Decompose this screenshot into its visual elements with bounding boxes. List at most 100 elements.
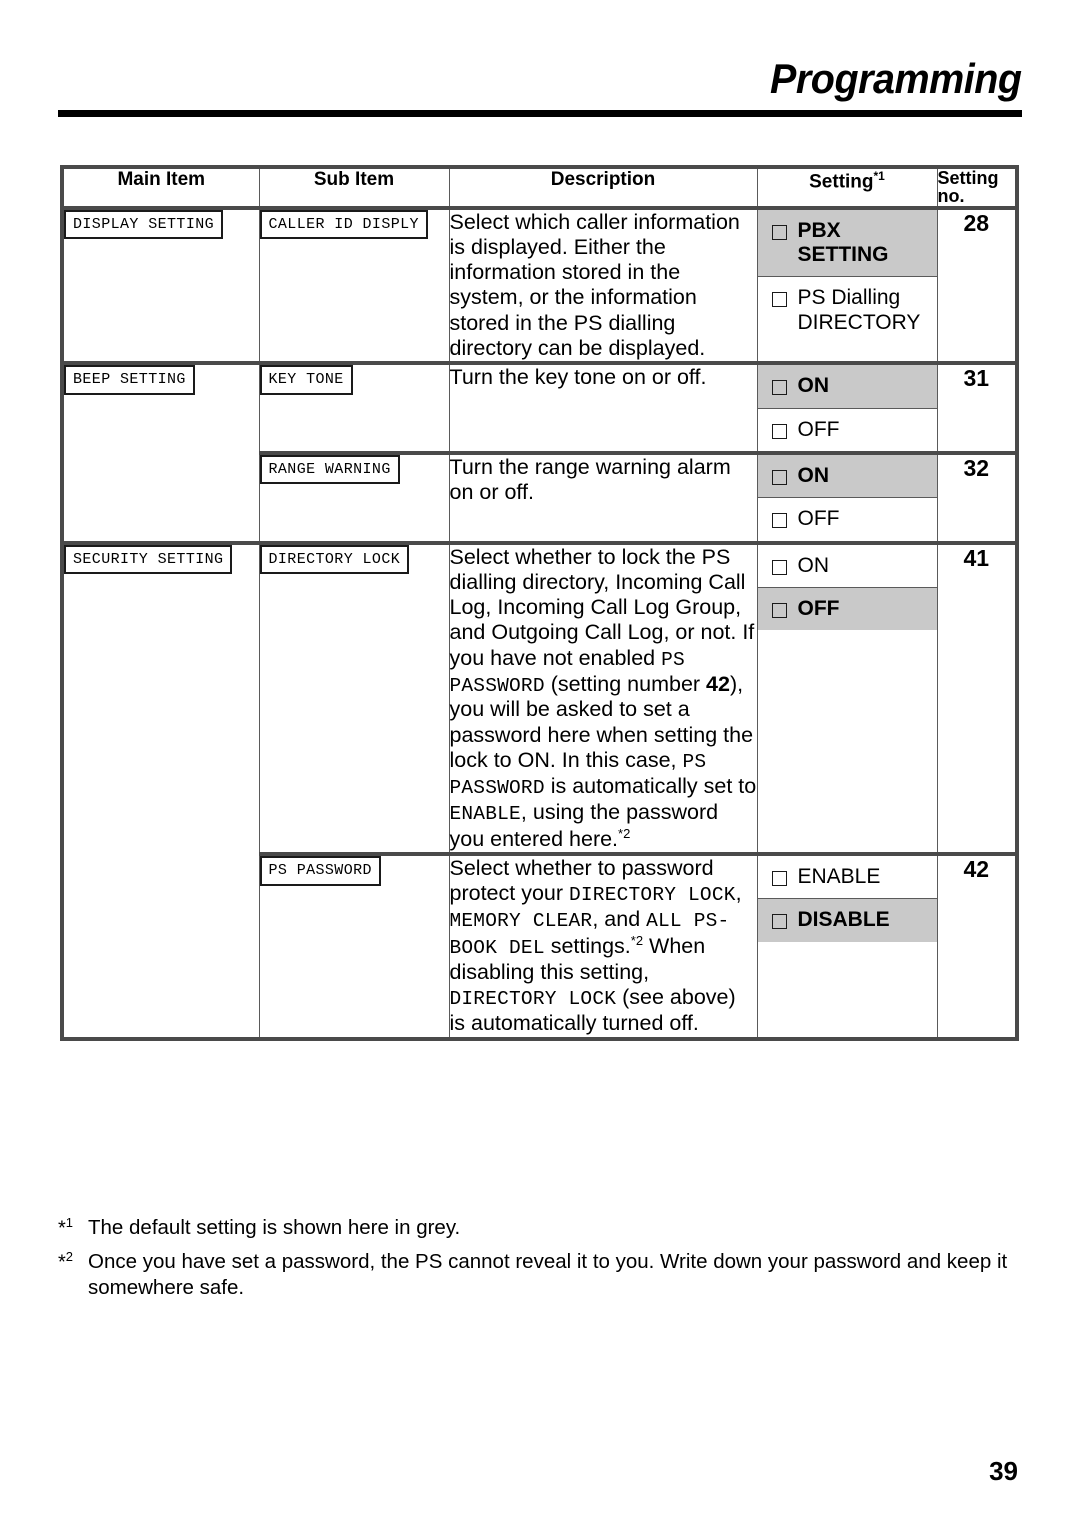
setting-cell: ON OFF <box>756 450 938 544</box>
checkbox-icon[interactable] <box>771 513 787 529</box>
setting-cell: ENABLE DISABLE <box>756 852 938 1040</box>
desc-text: Turn the key tone on or off. <box>449 365 707 390</box>
sub-item-label: KEY TONE <box>259 365 353 395</box>
setting-option[interactable]: ON <box>758 365 937 407</box>
setting-option-cell[interactable]: ON <box>757 365 937 409</box>
sub-item-cell: CALLER ID DISPLY <box>258 205 450 364</box>
checkbox-icon[interactable] <box>771 380 787 396</box>
footnote: *1 The default setting is shown here in g… <box>58 1215 1018 1241</box>
main-item-label: DISPLAY SETTING <box>64 209 224 240</box>
footnote-marker: *2 <box>58 1249 74 1274</box>
setting-option[interactable]: OFF <box>758 498 937 540</box>
checkbox-icon[interactable] <box>771 603 787 619</box>
setting-option-label: PBX SETTING <box>797 218 889 267</box>
setting-cell: PBX SETTING PS Dialling DIRECTORY <box>756 205 938 364</box>
setting-option-label-line2: SETTING <box>797 243 889 267</box>
lcd-term: DIRECTORY LOCK <box>569 884 736 907</box>
desc-text: , and <box>592 907 647 932</box>
setting-option-label: ON <box>797 553 830 577</box>
setting-option-cell[interactable]: DISABLE <box>757 898 937 942</box>
setting-option-cell[interactable]: OFF <box>757 408 937 451</box>
column-header-setting-no-line2: no. <box>937 186 965 207</box>
column-header-setting-text: Setting <box>809 171 874 193</box>
column-header-description: Description <box>448 166 758 209</box>
setting-option[interactable]: DISABLE <box>758 899 937 941</box>
table-row: BEEP SETTING KEY TONE Turn the key tone on… <box>61 361 1018 544</box>
setting-option-cell[interactable]: ENABLE <box>757 856 937 900</box>
setting-option[interactable]: PS Dialling DIRECTORY <box>758 277 937 344</box>
desc-text: (setting number <box>544 671 707 696</box>
footnote-ref: *2 <box>630 933 644 949</box>
setting-option-label: ON <box>797 463 830 487</box>
description-cell: Select whether to lock the PS dialling d… <box>448 540 758 855</box>
setting-option[interactable]: OFF <box>758 588 937 630</box>
column-header-setting-no: Setting no. <box>936 166 1018 209</box>
checkbox-icon[interactable] <box>771 871 787 887</box>
setting-option-cell[interactable]: OFF <box>757 587 937 631</box>
footnote-marker: *1 <box>58 1215 74 1240</box>
setting-cell: ON OFF <box>756 361 938 454</box>
column-header-setting-no-line1: Setting <box>937 168 999 188</box>
page-number: 39 <box>989 1456 1018 1486</box>
table-header-row: Main Item Sub Item Description Setting*1… <box>61 166 1018 209</box>
desc-text: , <box>735 881 742 906</box>
footnote-text: Once you have set a password, the PS can… <box>88 1250 1008 1300</box>
lcd-term: MEMORY CLEAR <box>449 910 593 933</box>
setting-option[interactable]: ON <box>758 545 937 587</box>
description-cell: Turn the range warning alarm on or off. <box>448 450 758 544</box>
sub-item-cell: KEY TONE <box>258 361 450 454</box>
main-item-label: BEEP SETTING <box>64 365 195 395</box>
sub-item-label: PS PASSWORD <box>259 856 381 886</box>
setting-option-cell[interactable]: PS Dialling DIRECTORY <box>757 276 937 345</box>
setting-option-label: OFF <box>797 417 840 441</box>
footnote-text: The default setting is shown here in gre… <box>88 1216 461 1239</box>
setting-option[interactable]: ENABLE <box>758 856 937 898</box>
setting-option-cell[interactable]: PBX SETTING <box>757 209 937 278</box>
setting-number-cell: 41 <box>936 540 1018 855</box>
setting-cell: ON OFF <box>756 540 938 855</box>
main-item-cell: SECURITY SETTING <box>61 540 260 1040</box>
header-rule <box>58 110 1022 117</box>
setting-number-cell: 42 <box>936 852 1018 1040</box>
footnote-ref: *2 <box>618 825 631 841</box>
checkbox-icon[interactable] <box>771 914 787 930</box>
desc-text: settings. <box>544 934 631 959</box>
checkbox-icon[interactable] <box>771 469 787 485</box>
sub-item-cell: RANGE WARNING <box>258 450 450 544</box>
setting-option-cell[interactable]: ON <box>757 454 937 499</box>
desc-text: Select which caller information is displ… <box>449 209 740 360</box>
setting-option[interactable]: ON <box>758 455 937 497</box>
document-page: Programming Main Item Sub Item Descripti… <box>0 0 1080 1529</box>
checkbox-icon[interactable] <box>771 224 787 240</box>
checkbox-icon[interactable] <box>771 423 787 439</box>
main-item-cell: BEEP SETTING <box>61 361 260 544</box>
footnotes: *1 The default setting is shown here in g… <box>58 1215 1018 1310</box>
lcd-term: DIRECTORY LOCK <box>449 988 617 1011</box>
sub-item-label: DIRECTORY LOCK <box>259 544 410 575</box>
setting-option-label-line2: DIRECTORY <box>797 310 921 334</box>
checkbox-icon[interactable] <box>771 292 787 308</box>
setting-option[interactable]: OFF <box>758 409 937 451</box>
column-header-setting-footnote-mark: *1 <box>873 169 885 183</box>
table-body: DISPLAY SETTING CALLER ID DISPLY Select wh… <box>61 205 1018 1040</box>
setting-option-label: ENABLE <box>797 865 881 889</box>
main-item-label: SECURITY SETTING <box>64 544 233 575</box>
description-cell: Select whether to password protect your … <box>448 852 758 1040</box>
desc-text: Select whether to lock the PS dialling d… <box>449 544 755 670</box>
column-header-sub-item: Sub Item <box>258 166 450 209</box>
setting-option-label: DISABLE <box>797 908 890 932</box>
column-header-setting: Setting*1 <box>756 166 938 209</box>
footnote: *2 Once you have set a password, the PS c… <box>58 1249 1018 1301</box>
sub-item-label: RANGE WARNING <box>259 454 400 485</box>
checkbox-icon[interactable] <box>771 559 787 575</box>
description-cell: Select which caller information is displ… <box>448 205 758 364</box>
sub-item-cell: DIRECTORY LOCK <box>258 540 450 855</box>
setting-option[interactable]: PBX SETTING <box>758 210 937 277</box>
setting-number-cell: 31 <box>936 361 1018 454</box>
setting-option-cell[interactable]: ON <box>757 544 937 589</box>
setting-option-label: OFF <box>797 507 840 531</box>
setting-option-cell[interactable]: OFF <box>757 497 937 541</box>
main-item-cell: DISPLAY SETTING <box>61 205 260 364</box>
emphasis: 42 <box>706 671 730 696</box>
desc-text: is automatically set to <box>544 773 757 798</box>
